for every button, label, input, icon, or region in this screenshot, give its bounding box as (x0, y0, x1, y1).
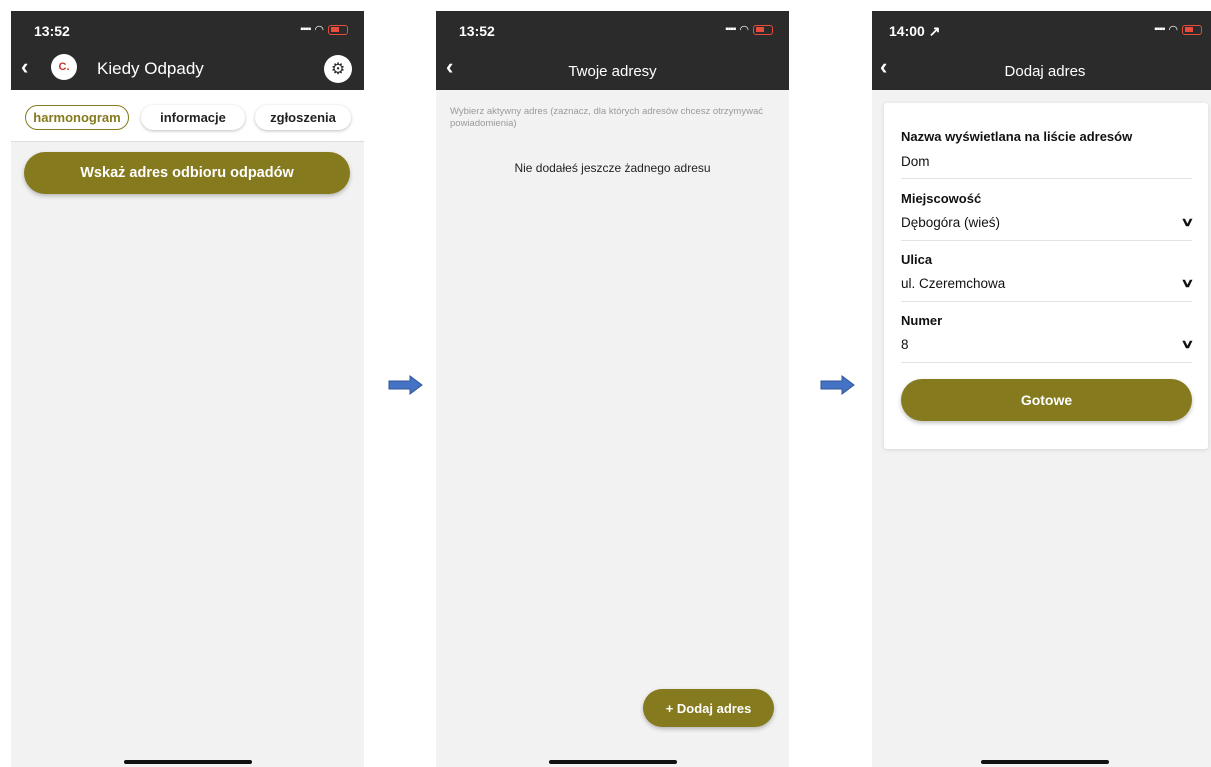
app-logo: C. (51, 54, 77, 80)
city-label: Miejscowość (901, 191, 982, 206)
home-indicator (123, 760, 252, 764)
status-time: 13:52 (459, 23, 495, 39)
wifi-icon: ◠ (739, 24, 749, 36)
display-name-input[interactable]: Dom (901, 154, 930, 169)
home-indicator (548, 760, 677, 764)
gear-icon[interactable]: ⚙ (324, 55, 352, 83)
screen-add-address: 14:00 ↗ ▪▪▪▪ ◠ ‹ Dodaj adres Nazwa wyświe… (872, 11, 1211, 767)
wifi-icon: ◠ (314, 24, 324, 36)
chevron-down-icon[interactable]: ∨ (1181, 337, 1195, 351)
status-icons: ▪▪▪▪ ◠ (1154, 23, 1202, 36)
app-title: Kiedy Odpady (97, 59, 204, 78)
arrow-right-icon (820, 375, 855, 395)
address-form: Nazwa wyświetlana na liście adresów Dom … (884, 103, 1208, 449)
top-bar: 13:52 ▪▪▪▪ ◠ ‹ Twoje adresy (436, 11, 789, 90)
status-icons: ▪▪▪▪ ◠ (725, 23, 773, 36)
back-icon[interactable]: ‹ (21, 56, 28, 78)
divider (901, 362, 1192, 363)
divider (901, 301, 1192, 302)
empty-message: Nie dodałeś jeszcze żadnego adresu (514, 161, 711, 175)
top-bar: 14:00 ↗ ▪▪▪▪ ◠ ‹ Dodaj adres (872, 11, 1211, 90)
add-address-button[interactable]: + Dodaj adres (643, 689, 774, 727)
status-time: 13:52 (34, 23, 70, 39)
chevron-down-icon[interactable]: ∨ (1181, 215, 1195, 229)
street-select[interactable]: ul. Czeremchowa (901, 276, 1005, 291)
display-name-label: Nazwa wyświetlana na liście adresów (901, 129, 1133, 144)
screen-addresses: 13:52 ▪▪▪▪ ◠ ‹ Twoje adresy Wybierz aktyw… (436, 11, 789, 767)
divider (901, 178, 1192, 179)
tab-informacje[interactable]: informacje (141, 105, 245, 130)
address-hint: Wybierz aktywny adres (zaznacz, dla któr… (450, 106, 763, 129)
top-bar: 13:52 ▪▪▪▪ ◠ ‹ C. Kiedy Odpady ⚙ (11, 11, 364, 90)
tab-harmonogram[interactable]: harmonogram (25, 105, 129, 130)
battery-icon (1182, 24, 1202, 35)
tab-bar: harmonogram informacje zgłoszenia (11, 90, 364, 142)
status-time: 14:00 ↗ (889, 23, 941, 39)
divider (901, 240, 1192, 241)
select-address-button[interactable]: Wskaż adres odbioru odpadów (24, 152, 350, 194)
number-select[interactable]: 8 (901, 337, 909, 352)
chevron-down-icon[interactable]: ∨ (1181, 276, 1195, 290)
wifi-icon: ◠ (1168, 24, 1178, 36)
street-label: Ulica (901, 252, 933, 267)
screen-schedule: 13:52 ▪▪▪▪ ◠ ‹ C. Kiedy Odpady ⚙ harmonog… (11, 11, 364, 767)
status-icons: ▪▪▪▪ ◠ (300, 23, 348, 36)
page-title: Twoje adresy (568, 63, 657, 80)
tab-zgloszenia[interactable]: zgłoszenia (255, 105, 351, 130)
done-button[interactable]: Gotowe (901, 379, 1192, 421)
battery-icon (753, 24, 773, 35)
home-indicator (981, 760, 1109, 764)
page-title: Dodaj adres (1004, 63, 1086, 80)
arrow-right-icon (388, 375, 423, 395)
number-label: Numer (901, 313, 943, 328)
battery-icon (328, 24, 348, 35)
city-select[interactable]: Dębogóra (wieś) (901, 215, 1000, 230)
